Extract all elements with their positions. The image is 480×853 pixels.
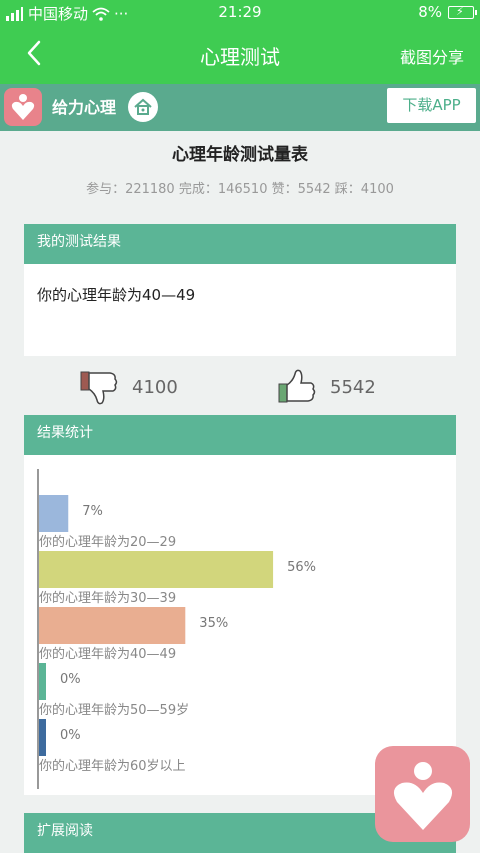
heart-person-icon bbox=[11, 94, 35, 120]
status-bar: 中国移动 ··· 21:29 8% ⚡ bbox=[0, 0, 480, 24]
home-badge bbox=[128, 92, 158, 122]
like-count: 5542 bbox=[330, 376, 376, 398]
chart-value-label: 35% bbox=[199, 616, 228, 631]
screenshot-share-button[interactable]: 截图分享 bbox=[400, 44, 464, 68]
download-app-button[interactable]: 下载APP bbox=[387, 88, 476, 123]
like-button[interactable]: 5542 bbox=[278, 367, 376, 407]
nav-bar: 心理测试 截图分享 bbox=[0, 24, 480, 84]
participation-stats: 参与：221180 完成：146510 赞：5542 踩：4100 bbox=[86, 182, 394, 197]
result-card-header: 我的测试结果 bbox=[24, 224, 456, 264]
page-title: 心理年龄测试量表 bbox=[172, 145, 308, 165]
clock: 21:29 bbox=[218, 3, 262, 21]
heart-person-icon bbox=[393, 762, 453, 830]
home-icon bbox=[134, 98, 152, 115]
chart-category-label: 你的心理年龄为50—59岁 bbox=[39, 702, 189, 718]
dislike-count: 4100 bbox=[132, 376, 178, 398]
chart-value-label: 0% bbox=[60, 728, 81, 743]
battery-icon: ⚡ bbox=[448, 5, 477, 19]
floating-app-button[interactable] bbox=[375, 746, 470, 842]
chart-bar bbox=[39, 551, 274, 588]
result-bar-chart: 7% 你的心理年龄为20—29 56% 你的心理年龄为30—39 35% 你的心理年龄为4… bbox=[37, 469, 316, 789]
app-logo bbox=[4, 88, 42, 126]
thumbs-down-icon bbox=[80, 371, 118, 405]
chart-bar bbox=[39, 495, 69, 532]
result-text: 你的心理年龄为40—49 bbox=[37, 286, 196, 304]
chart-category-label: 你的心理年龄为30—39 bbox=[39, 590, 176, 606]
chart-category-label: 你的心理年龄为20—29 bbox=[39, 534, 176, 550]
chart-category-label: 你的心理年龄为40—49 bbox=[39, 646, 176, 662]
dislike-button[interactable]: 4100 bbox=[80, 367, 178, 407]
chart-bar bbox=[39, 719, 46, 756]
chart-category-label: 你的心理年龄为60岁以上 bbox=[39, 758, 186, 774]
app-banner: 给力心理 下载APP bbox=[0, 84, 480, 131]
chart-value-label: 0% bbox=[60, 672, 81, 687]
thumbs-up-icon bbox=[278, 369, 316, 403]
result-card: 我的测试结果 你的心理年龄为40—49 bbox=[24, 224, 456, 356]
stats-card-header: 结果统计 bbox=[24, 415, 456, 455]
battery-percent: 8% bbox=[418, 3, 442, 21]
status-right: 8% ⚡ bbox=[418, 3, 477, 21]
stats-card: 结果统计 7% 你的心理年龄为20—29 56% 你的心理年龄为30—39 35% 你的心… bbox=[24, 415, 456, 795]
chart-value-label: 56% bbox=[287, 560, 316, 575]
chart-value-label: 7% bbox=[82, 504, 103, 519]
chart-bar bbox=[39, 663, 46, 700]
app-name: 给力心理 bbox=[52, 98, 117, 117]
chart-bar bbox=[39, 607, 186, 644]
